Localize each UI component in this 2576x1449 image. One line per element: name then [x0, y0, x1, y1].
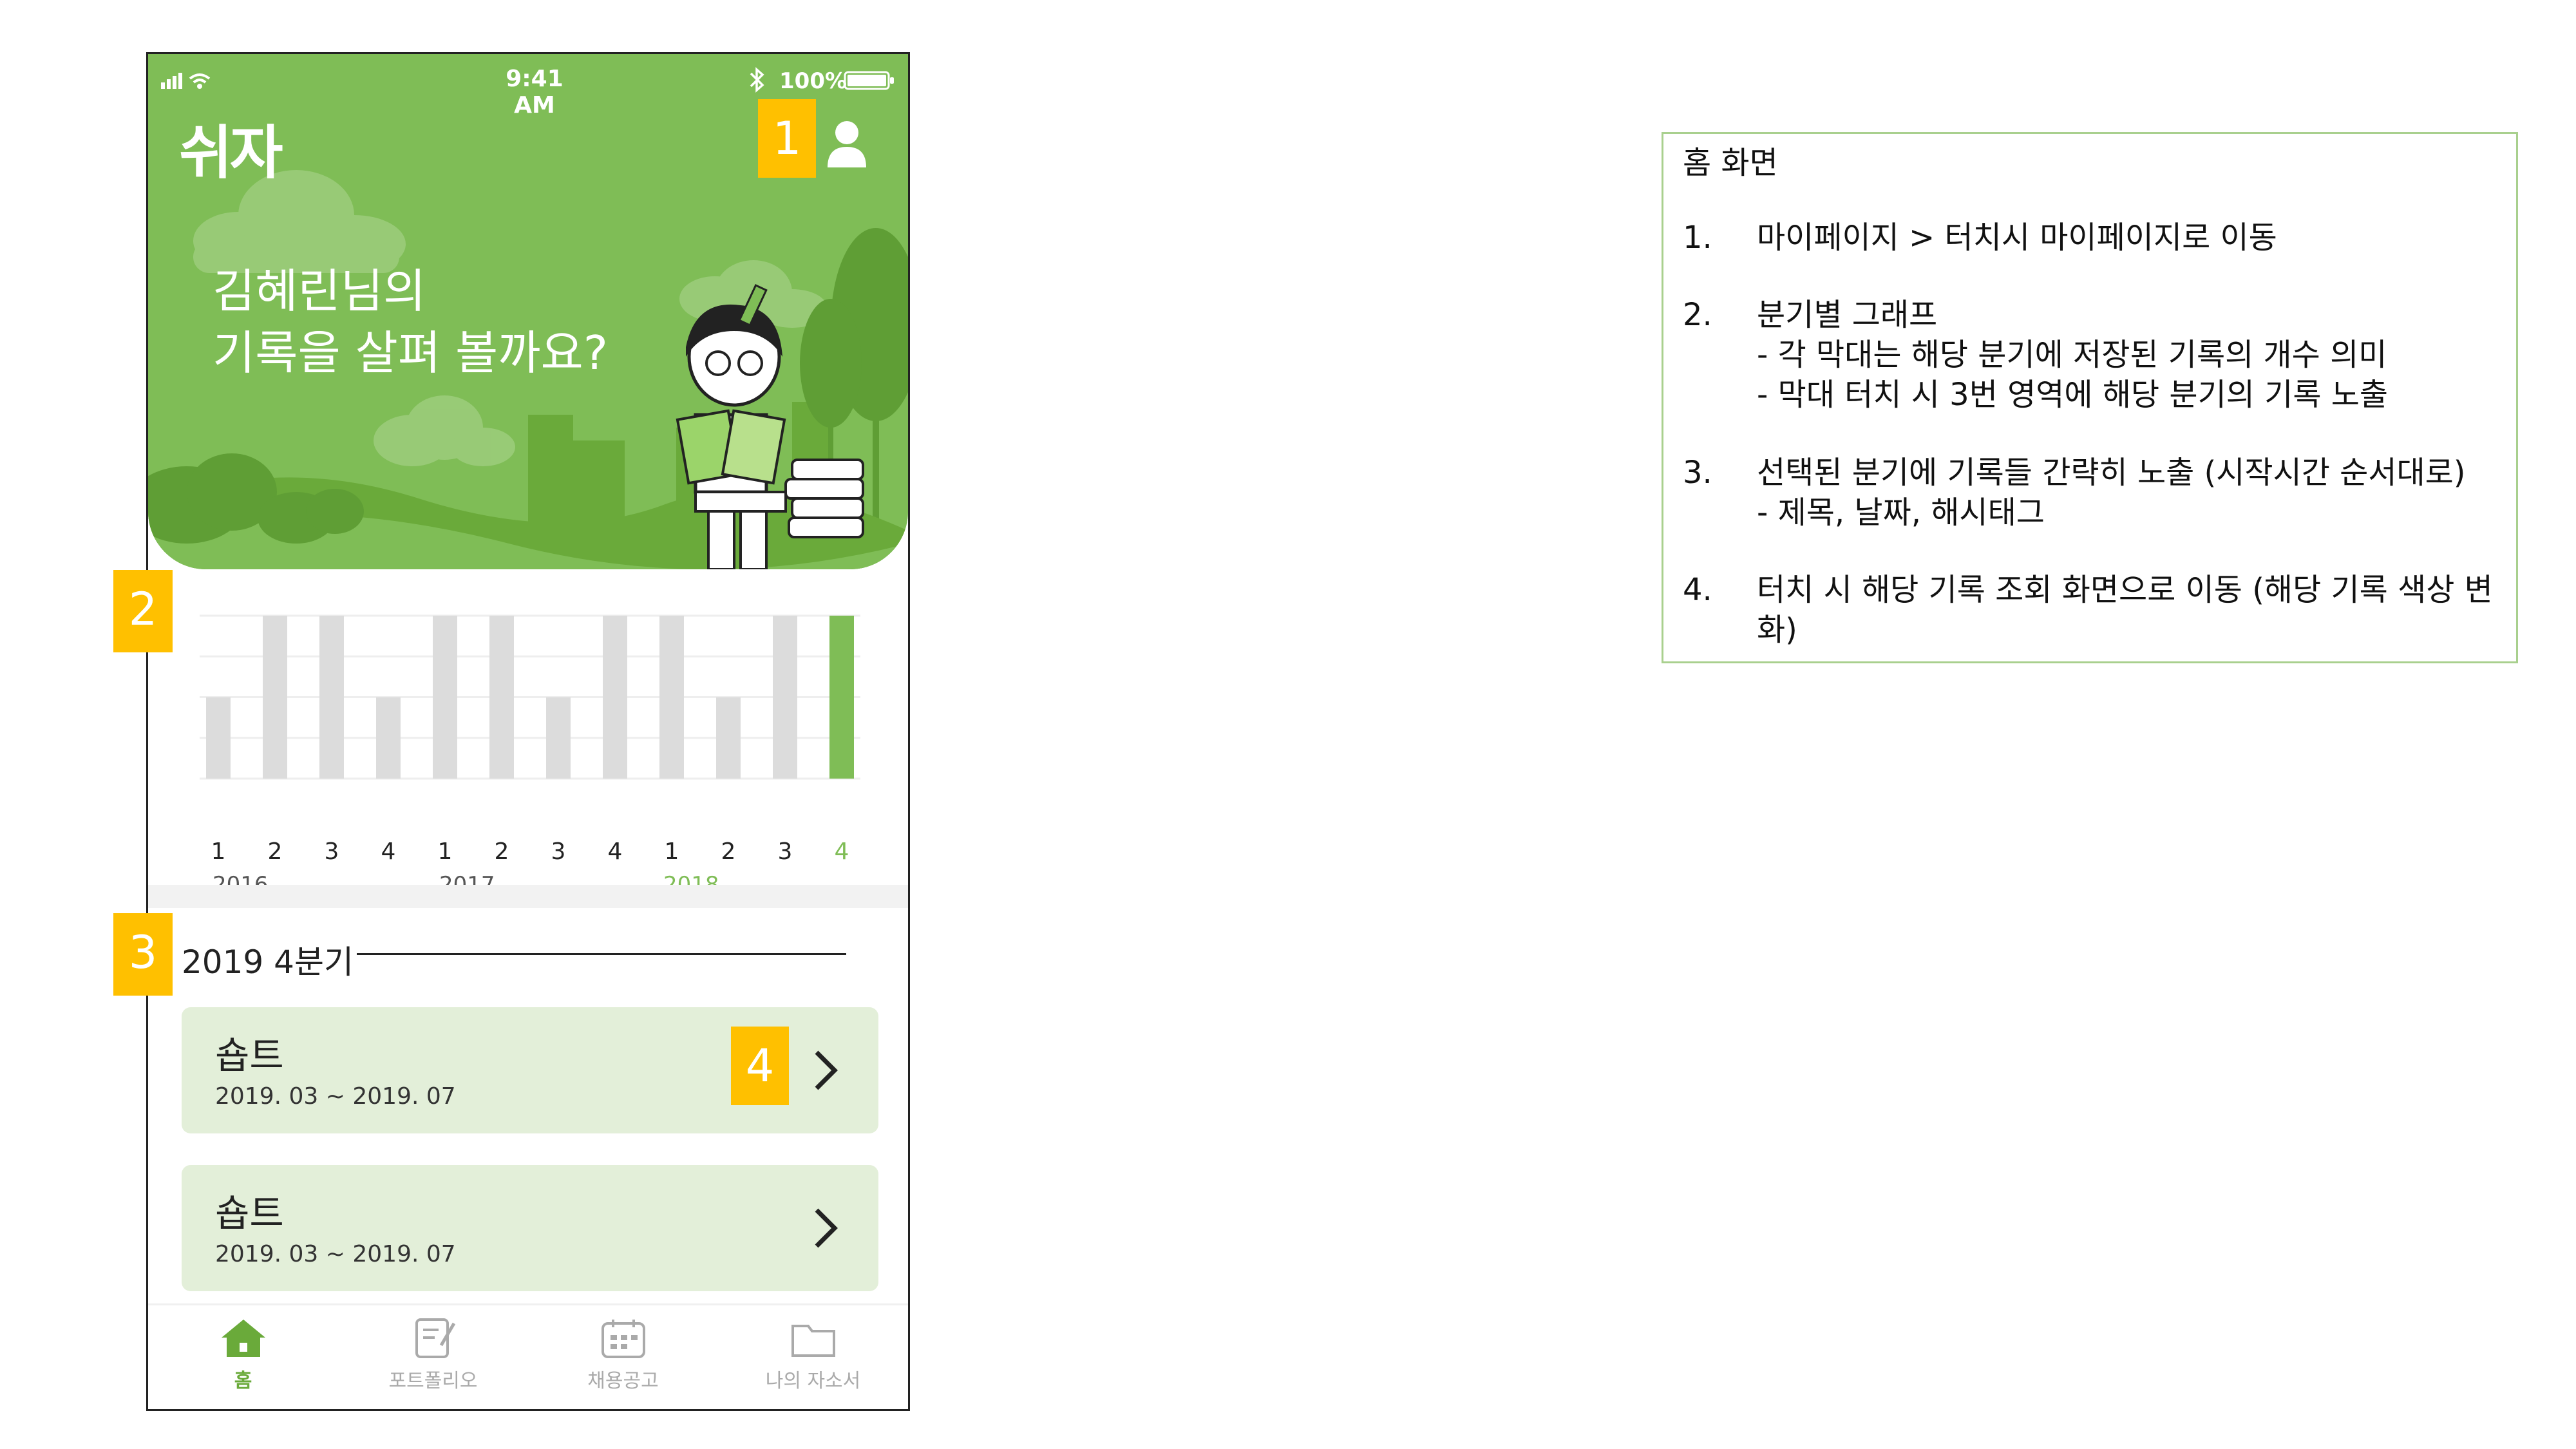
spec-note-box: 홈 화면 1. 마이페이지 > 터치시 마이페이지로 이동 2. 분기별 그래프…	[1662, 132, 2518, 663]
app-logo: 쉬자	[179, 119, 283, 187]
greeting-line-1: 김혜린님의	[213, 264, 426, 318]
tab-jobs[interactable]: 채용공고	[528, 1317, 718, 1409]
portfolio-icon	[415, 1318, 455, 1358]
note-text: 터치 시 해당 기록 조회 화면으로 이동 (해당 기록 색상 변화)	[1757, 572, 2493, 648]
chart-bar[interactable]	[489, 616, 514, 779]
note-text: 마이페이지 > 터치시 마이페이지로 이동	[1757, 220, 2277, 256]
folder-icon	[791, 1325, 835, 1357]
note-title: 홈 화면	[1683, 145, 1778, 181]
chart-bar[interactable]	[263, 616, 287, 779]
chart-tick-label: 4	[834, 838, 849, 865]
chart-tick-label: 1	[211, 838, 226, 865]
note-subtext: - 제목, 날짜, 해시태그	[1757, 495, 2045, 531]
annotation-badge-3: 3	[113, 913, 173, 996]
tab-my-essay-label: 나의 자소서	[765, 1370, 861, 1392]
tab-portfolio-label: 포트폴리오	[388, 1370, 478, 1392]
chart-tick-label: 4	[607, 838, 623, 865]
chart-tick-label: 2	[494, 838, 509, 865]
chart-bar[interactable]	[546, 697, 571, 779]
chart-bar[interactable]	[206, 697, 231, 779]
record-title: 숍트	[215, 1191, 284, 1235]
chart-tick-label: 4	[381, 838, 396, 865]
note-subtext: - 막대 터치 시 3번 영역에 해당 분기의 기록 노출	[1757, 377, 2389, 413]
chart-tick-label: 3	[777, 838, 793, 865]
chart-tick-label: 3	[324, 838, 339, 865]
phone-screen: 9:41 AM 100% 쉬자 김혜린님의 기록을 살펴 볼까요? 1 1 2 3 4…	[146, 52, 910, 1411]
quarterly-chart: 123412341234 2016 2017 2018	[148, 582, 908, 898]
chart-tick-label: 2	[267, 838, 283, 865]
note-text-block: 선택된 분기에 기록들 간략히 노출 (시작시간 순서대로) - 제목, 날짜,…	[1757, 453, 2510, 533]
annotation-badge-1: 1	[758, 99, 816, 178]
greeting-line-2: 기록을 살펴 볼까요?	[213, 326, 608, 380]
note-number: 2.	[1683, 297, 1712, 333]
note-text: 분기별 그래프	[1757, 297, 1938, 333]
chart-bar[interactable]	[829, 616, 854, 779]
note-number: 1.	[1683, 220, 1712, 256]
quarterly-bar-chart	[200, 614, 860, 780]
note-text: 선택된 분기에 기록들 간략히 노출 (시작시간 순서대로)	[1757, 455, 2466, 491]
bluetooth-icon	[747, 67, 766, 99]
tab-jobs-label: 채용공고	[587, 1370, 659, 1392]
tab-home-label: 홈	[234, 1370, 252, 1392]
record-date: 2019. 03 ~ 2019. 07	[215, 1083, 456, 1110]
chart-tick-label: 1	[664, 838, 679, 865]
chart-tick-label: 1	[437, 838, 453, 865]
greeting-text: 김혜린님의 기록을 살펴 볼까요?	[213, 260, 608, 384]
battery-icon	[844, 70, 895, 102]
annotation-badge-2: 2	[113, 570, 173, 652]
note-number: 4.	[1683, 572, 1712, 608]
section-divider	[148, 885, 908, 908]
chevron-right-icon	[815, 1050, 838, 1090]
note-subtext: - 각 막대는 해당 분기에 저장된 기록의 개수 의미	[1757, 337, 2387, 373]
quarter-title: 2019 4분기	[182, 943, 354, 981]
record-card[interactable]: 숍트 2019. 03 ~ 2019. 07	[182, 1165, 878, 1291]
tab-portfolio[interactable]: 포트폴리오	[338, 1317, 528, 1409]
calendar-icon	[601, 1320, 645, 1358]
bottom-tab-bar: 홈 포트폴리오 채용공고 나의 자소서	[148, 1303, 908, 1409]
battery-percent: 100%	[779, 68, 848, 94]
chevron-right-icon	[815, 1208, 838, 1248]
quarter-title-line	[357, 953, 846, 955]
record-date: 2019. 03 ~ 2019. 07	[215, 1241, 456, 1267]
chart-bar[interactable]	[773, 616, 797, 779]
user-icon[interactable]	[824, 118, 869, 170]
chart-bar[interactable]	[716, 697, 741, 779]
note-text-block: 분기별 그래프 - 각 막대는 해당 분기에 저장된 기록의 개수 의미 - 막…	[1757, 295, 2510, 415]
status-time: 9:41 AM	[506, 66, 564, 118]
record-title: 숍트	[215, 1034, 284, 1077]
chart-tick-label: 2	[721, 838, 736, 865]
chart-bar[interactable]	[659, 616, 684, 779]
chart-bar[interactable]	[603, 616, 627, 779]
tab-home[interactable]: 홈	[148, 1317, 338, 1409]
chart-bar[interactable]	[433, 616, 457, 779]
chart-bar[interactable]	[319, 616, 344, 779]
note-number: 3.	[1683, 455, 1712, 491]
home-icon	[221, 1320, 265, 1357]
chart-tick-label: 3	[551, 838, 566, 865]
tab-my-essay[interactable]: 나의 자소서	[718, 1317, 908, 1409]
annotation-badge-4: 4	[731, 1027, 789, 1105]
chart-bar[interactable]	[376, 697, 401, 779]
signal-wifi-icon	[161, 71, 232, 103]
